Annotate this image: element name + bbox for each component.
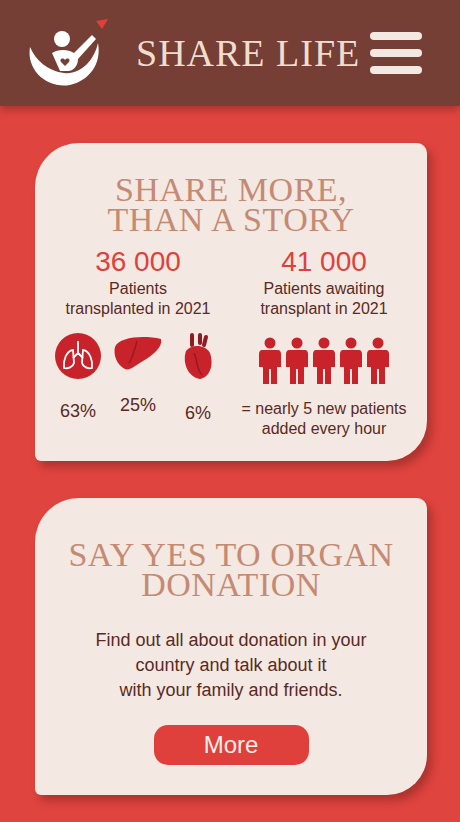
stats: 36 000Patientstransplanted in 2021 63% 25%… (45, 245, 417, 439)
organ-share: 6% (185, 403, 211, 424)
content: SHARE MORE,THAN A STORY 36 000Patientstra… (0, 106, 460, 822)
page: SHARE LIFESHARE MORE,THAN A STORY36 000P… (0, 0, 460, 822)
organ-stat: 63% (55, 333, 101, 424)
menu-bar (370, 32, 422, 40)
awaiting-count: 41 000 (281, 245, 367, 279)
organ-stat: 25% (115, 333, 161, 424)
stats-card: SHARE MORE,THAN A STORY 36 000Patientstra… (35, 143, 427, 461)
awaiting-column: 41 000Patients awaitingtransplant in 202… (231, 245, 417, 439)
liver-icon (113, 333, 163, 373)
organ-row: 63% 25% 6% (55, 333, 221, 424)
transplanted-count: 36 000 (95, 245, 181, 279)
person-icon (259, 337, 281, 385)
cta-card: SAY YES TO ORGANDONATION Find out all abo… (35, 498, 427, 795)
menu-bar (370, 49, 422, 57)
card-title: SHARE MORE,THAN A STORY (107, 175, 354, 235)
more-button[interactable]: More (154, 725, 309, 765)
person-icon (286, 337, 308, 385)
person-icon (313, 337, 335, 385)
organ-stat: 6% (175, 333, 221, 424)
people-row (259, 337, 389, 385)
menu-bar (370, 66, 422, 74)
organ-share: 25% (120, 395, 156, 416)
person-icon (367, 337, 389, 385)
cta-text: Find out all about donation in yourcount… (95, 628, 366, 703)
brand-title: SHARE LIFE (136, 31, 370, 75)
awaiting-label: Patients awaitingtransplant in 2021 (260, 279, 387, 319)
awaiting-note: = nearly 5 new patientsadded every hour (242, 399, 407, 439)
logo-icon (22, 13, 114, 93)
card-title: SAY YES TO ORGANDONATION (68, 540, 393, 600)
person-icon (340, 337, 362, 385)
transplanted-label: Patientstransplanted in 2021 (66, 279, 211, 319)
lungs-icon (55, 333, 101, 379)
header: SHARE LIFE (0, 0, 460, 106)
menu-button[interactable] (370, 32, 422, 74)
organ-share: 63% (60, 401, 96, 422)
heart-icon (180, 333, 216, 381)
transplanted-column: 36 000Patientstransplanted in 2021 63% 25%… (45, 245, 231, 439)
